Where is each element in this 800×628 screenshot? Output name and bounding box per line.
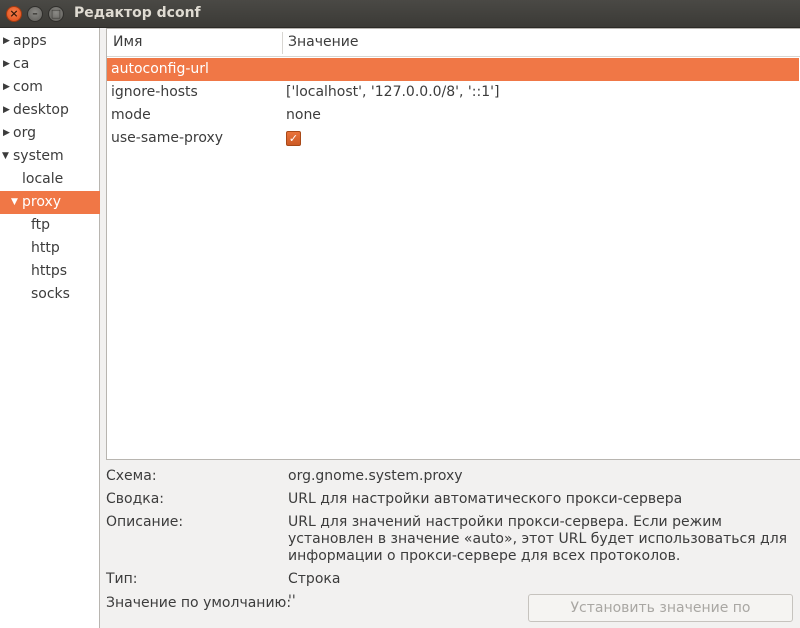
- summary-label: Сводка:: [106, 491, 165, 507]
- tree-item-apps[interactable]: ▶ apps: [0, 30, 100, 53]
- window-title: Редактор dconf: [74, 5, 201, 21]
- tree-item-label: com: [13, 79, 43, 95]
- expander-icon[interactable]: ▶: [3, 30, 13, 53]
- expander-icon[interactable]: ▼: [2, 145, 12, 168]
- key-value[interactable]: none: [286, 104, 321, 127]
- maximize-button[interactable]: □: [48, 6, 64, 22]
- column-value-header[interactable]: Значение: [288, 29, 358, 56]
- tree-item-label: system: [13, 148, 64, 164]
- tree-item-label: locale: [22, 171, 64, 187]
- maximize-icon: □: [50, 7, 62, 20]
- expander-icon[interactable]: ▶: [3, 122, 13, 145]
- key-row-autoconfig-url[interactable]: autoconfig-url: [107, 58, 799, 81]
- type-label: Тип:: [106, 571, 138, 587]
- default-value-label: Значение по умолчанию:: [106, 595, 292, 611]
- key-row-mode[interactable]: mode none: [107, 104, 799, 127]
- expander-icon[interactable]: ▶: [3, 76, 13, 99]
- key-name: ignore-hosts: [111, 84, 198, 100]
- key-list[interactable]: Имя Значение autoconfig-url ignore-hosts…: [106, 28, 800, 460]
- tree-item-https[interactable]: https: [0, 260, 100, 283]
- tree-item-locale[interactable]: locale: [0, 168, 100, 191]
- tree-item-ca[interactable]: ▶ ca: [0, 53, 100, 76]
- column-name-header[interactable]: Имя: [113, 29, 142, 56]
- expander-icon[interactable]: ▶: [3, 53, 13, 76]
- description-value: URL для значений настройки прокси-сервер…: [288, 514, 788, 564]
- tree-item-label: org: [13, 125, 36, 141]
- use-same-proxy-checkbox[interactable]: ✓: [286, 131, 301, 146]
- title-bar[interactable]: × – □ Редактор dconf: [0, 0, 800, 28]
- type-value: Строка: [288, 571, 341, 587]
- key-name: use-same-proxy: [111, 130, 224, 146]
- schema-tree[interactable]: ▶ apps ▶ ca ▶ com ▶ desktop ▶ org ▼ syst…: [0, 28, 100, 628]
- tree-item-label: ftp: [31, 217, 51, 233]
- tree-item-com[interactable]: ▶ com: [0, 76, 100, 99]
- tree-item-socks[interactable]: socks: [0, 283, 100, 306]
- tree-item-label: ca: [13, 56, 30, 72]
- column-header: Имя Значение: [107, 29, 800, 57]
- check-icon: ✓: [288, 132, 299, 145]
- expander-icon[interactable]: ▶: [3, 99, 13, 122]
- tree-item-label: proxy: [22, 194, 62, 210]
- dconf-editor-window: × – □ Редактор dconf ▶ apps ▶ ca ▶ com ▶…: [0, 0, 800, 628]
- tree-item-label: apps: [13, 33, 47, 49]
- expander-icon[interactable]: ▼: [11, 191, 21, 214]
- minimize-button[interactable]: –: [27, 6, 43, 22]
- close-button[interactable]: ×: [6, 6, 22, 22]
- tree-item-desktop[interactable]: ▶ desktop: [0, 99, 100, 122]
- tree-item-label: https: [31, 263, 68, 279]
- schema-value: org.gnome.system.proxy: [288, 468, 463, 484]
- tree-item-system[interactable]: ▼ system: [0, 145, 100, 168]
- tree-item-label: socks: [31, 286, 70, 302]
- set-default-button[interactable]: Установить значение по умолчанию: [528, 594, 793, 628]
- key-details: Схема: org.gnome.system.proxy Сводка: UR…: [100, 460, 800, 628]
- key-row-ignore-hosts[interactable]: ignore-hosts ['localhost', '127.0.0.0/8'…: [107, 81, 799, 104]
- key-row-use-same-proxy[interactable]: use-same-proxy ✓: [107, 127, 799, 150]
- close-icon: ×: [9, 7, 19, 20]
- tree-item-ftp[interactable]: ftp: [0, 214, 100, 237]
- tree-item-proxy[interactable]: ▼ proxy: [0, 191, 100, 214]
- schema-label: Схема:: [106, 468, 157, 484]
- tree-item-label: desktop: [13, 102, 69, 118]
- tree-item-org[interactable]: ▶ org: [0, 122, 100, 145]
- column-separator[interactable]: [282, 32, 283, 54]
- key-value[interactable]: ['localhost', '127.0.0.0/8', '::1']: [286, 81, 499, 104]
- tree-item-label: http: [31, 240, 60, 256]
- minimize-icon: –: [32, 7, 38, 20]
- tree-item-http[interactable]: http: [0, 237, 100, 260]
- summary-value: URL для настройки автоматического прокси…: [288, 491, 683, 507]
- key-name: mode: [111, 107, 151, 123]
- key-name: autoconfig-url: [111, 61, 209, 77]
- description-label: Описание:: [106, 514, 184, 530]
